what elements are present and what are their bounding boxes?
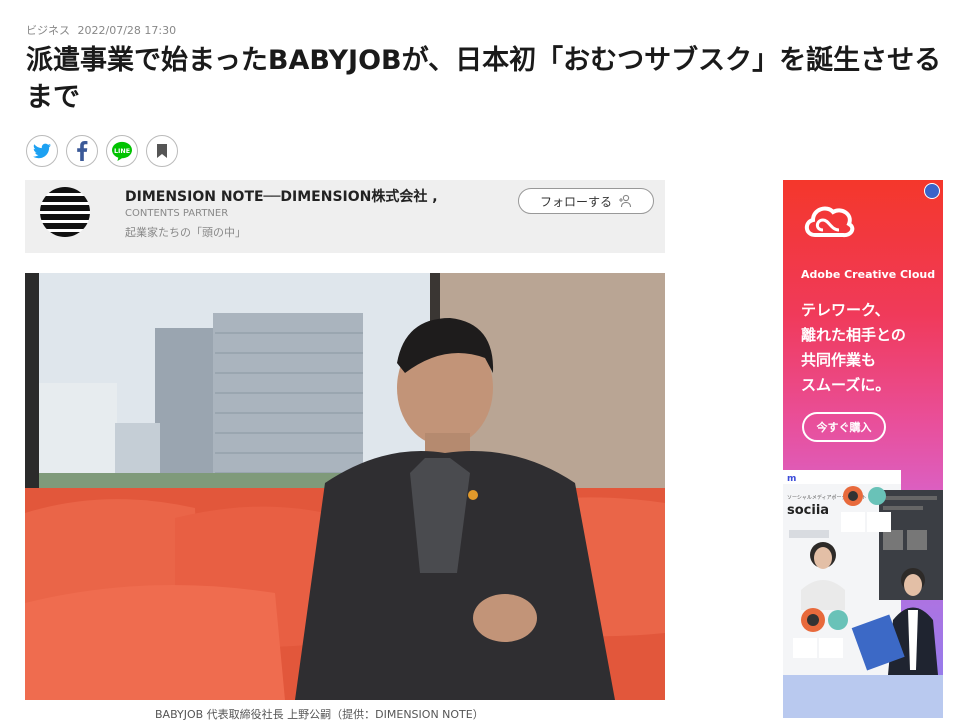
article-hero-photo [25, 273, 665, 700]
ad-copy-line: 共同作業も [801, 351, 877, 369]
svg-text:LINE: LINE [114, 148, 130, 155]
article-meta: ビジネス 2022/07/28 17:30 [26, 22, 176, 38]
creative-cloud-logo [804, 206, 855, 238]
ad-copy-line: 離れた相手との [801, 326, 906, 344]
photo-caption: BABYJOB 代表取締役社長 上野公嗣（提供：DIMENSION NOTE） [155, 708, 484, 721]
ad-buy-button[interactable]: 今すぐ購入 [802, 412, 886, 442]
ad-brand: Adobe Creative Cloud [801, 268, 936, 281]
author-card: DIMENSION NOTE──DIMENSION株式会社 , CONTENTS… [25, 180, 665, 253]
author-description: 起業家たちの「頭の中」 [125, 226, 246, 239]
facebook-share-button[interactable] [66, 135, 98, 167]
bookmark-button[interactable] [146, 135, 178, 167]
ad-app-screenshot: m ソーシャルメディアポータルサイト sociia [783, 470, 943, 718]
sidebar-ad[interactable]: Adobe Creative Cloud テレワーク、 離れた相手との 共同作業… [783, 180, 943, 718]
facebook-icon [77, 141, 88, 161]
ad-info-icon[interactable] [924, 183, 940, 199]
author-logo[interactable] [40, 187, 90, 237]
twitter-share-button[interactable] [26, 135, 58, 167]
bookmark-icon [157, 144, 167, 158]
line-share-button[interactable]: LINE [106, 135, 138, 167]
author-role: CONTENTS PARTNER [125, 208, 229, 219]
svg-text:m: m [787, 474, 796, 484]
follow-button[interactable]: フォローする [518, 188, 654, 214]
category-link[interactable]: ビジネス [26, 24, 70, 37]
follow-button-label: フォローする [539, 194, 612, 209]
ad-copy: テレワーク、 離れた相手との 共同作業も スムーズに。 [801, 298, 906, 398]
author-name[interactable]: DIMENSION NOTE──DIMENSION株式会社 , [125, 186, 438, 206]
share-bar: LINE [26, 135, 178, 167]
add-user-icon [619, 194, 632, 208]
article-title: 派遣事業で始まったBABYJOBが、日本初「おむつサブスク」を誕生させるまで [26, 45, 942, 113]
ad-copy-line: テレワーク、 [801, 301, 890, 319]
twitter-icon [33, 143, 51, 159]
line-icon: LINE [112, 141, 132, 161]
ad-screen-title: sociia [787, 503, 829, 518]
ad-copy-line: スムーズに。 [801, 376, 891, 394]
publish-datetime: 2022/07/28 17:30 [77, 24, 177, 37]
interview-photo [25, 273, 665, 700]
